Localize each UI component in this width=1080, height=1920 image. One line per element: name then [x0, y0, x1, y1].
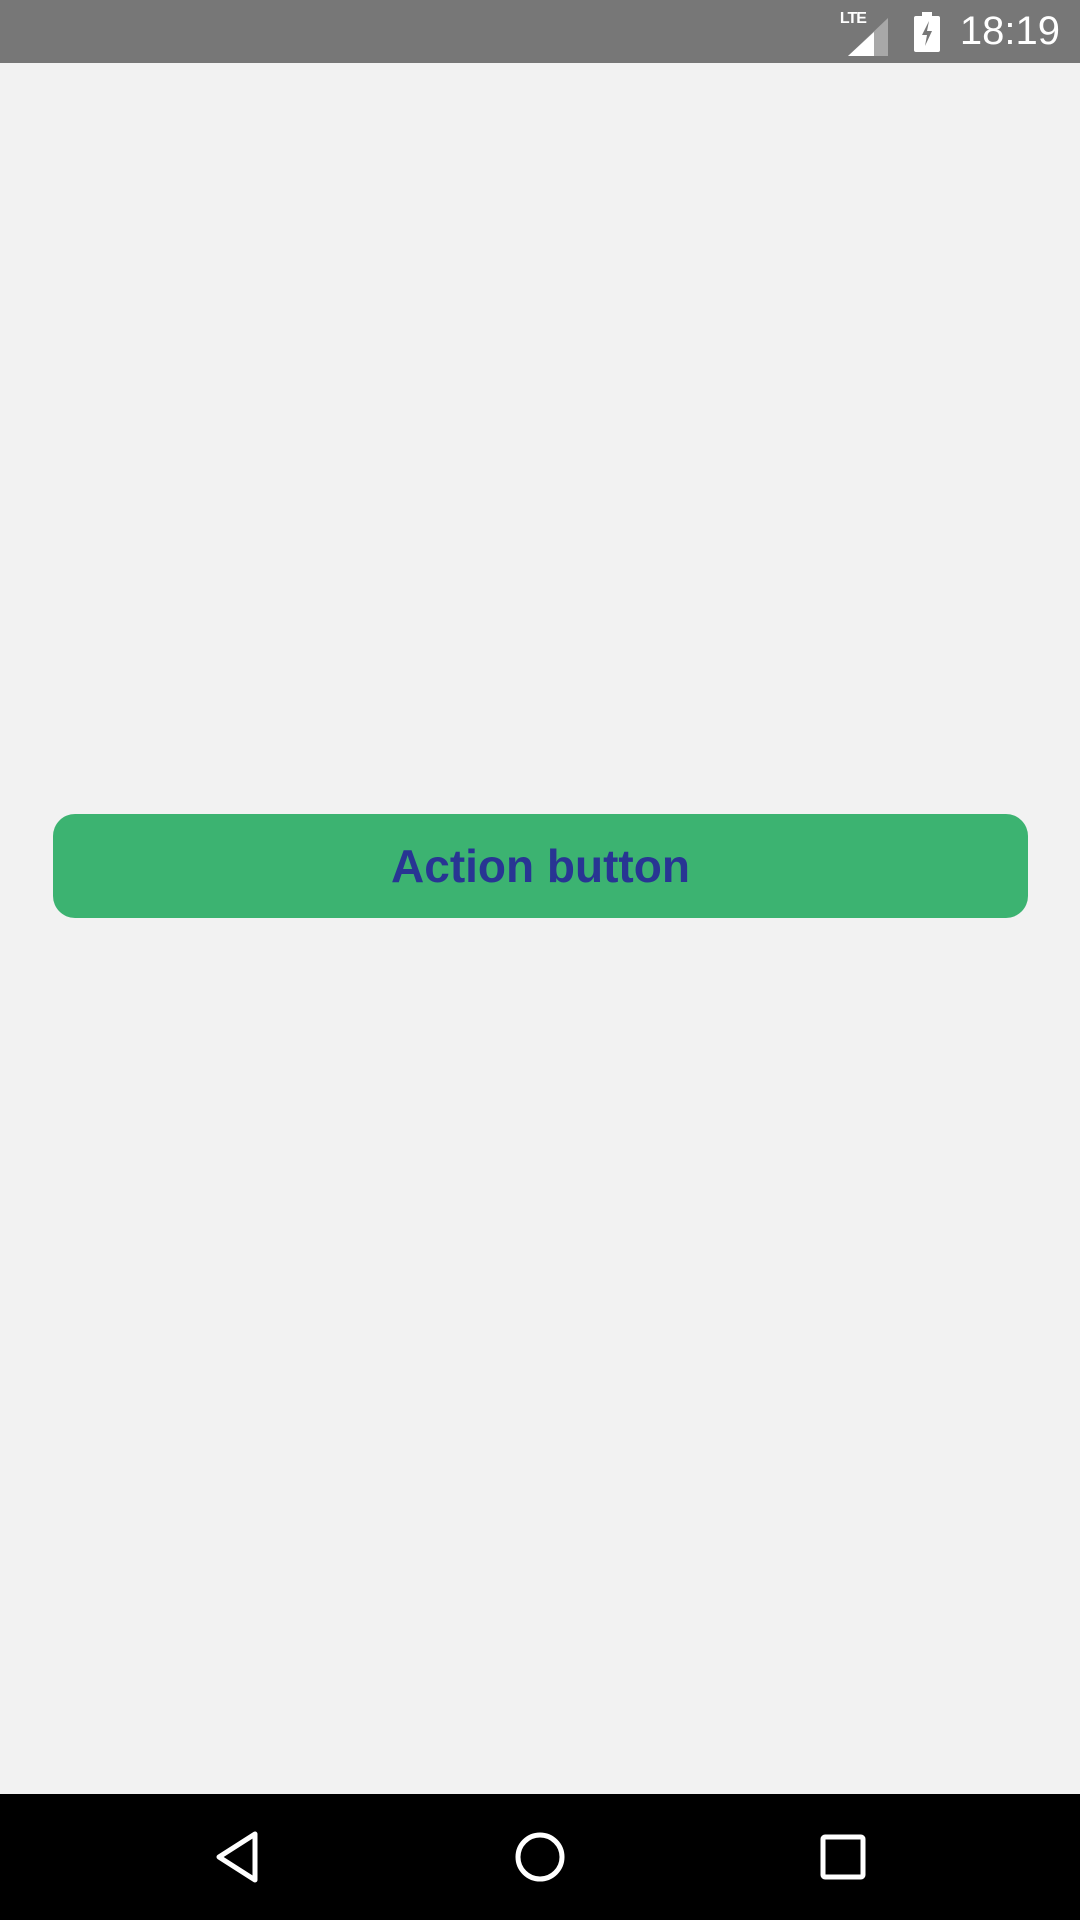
action-button[interactable]: Action button — [53, 814, 1028, 918]
recents-button[interactable] — [808, 1822, 878, 1892]
recents-icon — [820, 1834, 866, 1880]
home-button[interactable] — [505, 1822, 575, 1892]
navigation-bar — [0, 1794, 1080, 1920]
battery-charging-icon — [913, 11, 940, 52]
home-icon — [515, 1832, 565, 1882]
status-bar: LTE 18:19 — [0, 0, 1080, 63]
status-clock: 18:19 — [959, 9, 1060, 53]
main-content — [0, 63, 1080, 1794]
back-icon — [216, 1831, 258, 1883]
status-icons: LTE 18:19 — [840, 0, 1060, 63]
back-button[interactable] — [202, 1822, 272, 1892]
signal-icon: LTE — [840, 8, 890, 56]
